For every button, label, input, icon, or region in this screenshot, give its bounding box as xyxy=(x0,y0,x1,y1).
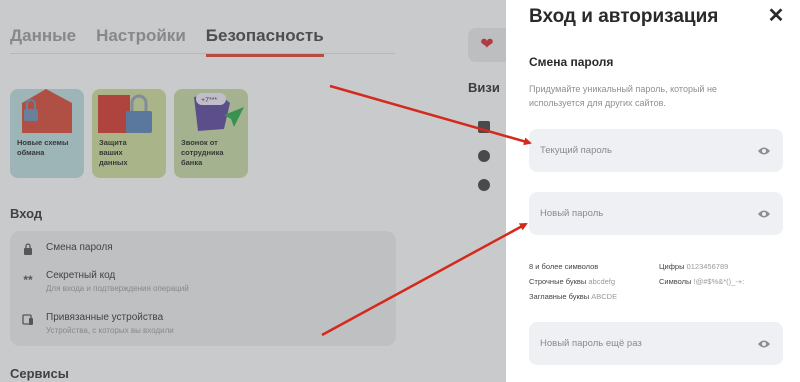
new-password-input[interactable] xyxy=(540,208,757,219)
eye-icon[interactable] xyxy=(757,146,771,156)
requirement-lowercase: Строчные буквы abcdefg xyxy=(529,277,616,286)
requirement-digits: Цифры 0123456789 xyxy=(659,262,729,271)
repeat-password-field xyxy=(529,322,783,365)
password-hint: Придумайте уникальный пароль, который не… xyxy=(529,84,717,108)
eye-icon[interactable] xyxy=(757,209,771,219)
panel-title: Вход и авторизация xyxy=(529,6,719,27)
change-password-title: Смена пароля xyxy=(529,55,614,69)
eye-icon[interactable] xyxy=(757,339,771,349)
modal-backdrop[interactable] xyxy=(0,0,506,382)
auth-side-panel: Вход и авторизация ✕ Смена пароля Придум… xyxy=(506,0,800,382)
repeat-password-input[interactable] xyxy=(540,338,757,349)
requirement-length: 8 и более символов xyxy=(529,262,599,271)
new-password-field xyxy=(529,192,783,235)
requirement-uppercase: Заглавные буквы ABCDE xyxy=(529,292,618,301)
current-password-field xyxy=(529,129,783,172)
close-icon[interactable]: ✕ xyxy=(766,5,786,27)
current-password-input[interactable] xyxy=(540,145,757,156)
requirement-symbols: Символы !@#$%&*()_-+: xyxy=(659,277,745,286)
